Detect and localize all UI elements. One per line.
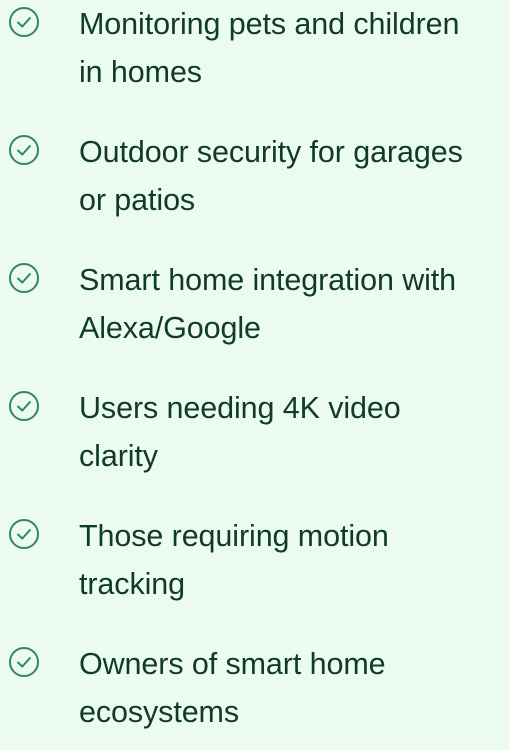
list-item: Those requiring motion tracking — [0, 512, 509, 622]
list-item-line-2: in homes — [79, 55, 202, 89]
check-circle-icon — [9, 263, 39, 293]
list-item-label: Monitoring pets and children in homes — [79, 0, 507, 96]
list-item: Monitoring pets and children in homes — [0, 0, 509, 110]
list-item-label: Smart home integration with Alexa/Google — [79, 256, 507, 352]
check-circle-icon — [9, 647, 39, 677]
list-item-line-1: Those requiring motion — [79, 519, 389, 553]
check-circle-icon — [9, 391, 39, 421]
list-item-line-2: clarity — [79, 439, 158, 473]
check-circle-icon — [9, 7, 39, 37]
list-item-label: Outdoor security for garages or patios — [79, 128, 507, 224]
list-item-line-1: Outdoor security for garages — [79, 135, 463, 169]
list-item-label: Users needing 4K video clarity — [79, 384, 507, 480]
list-item-line-2: or patios — [79, 183, 196, 217]
list-item: Owners of smart home ecosystems — [0, 640, 509, 750]
list-item-line-1: Owners of smart home — [79, 647, 386, 681]
list-item: Outdoor security for garages or patios — [0, 128, 509, 238]
list-item-label: Owners of smart home ecosystems — [79, 640, 507, 736]
list-item-line-2: Alexa/Google — [79, 311, 261, 345]
list-item-line-1: Smart home integration with — [79, 263, 457, 297]
check-circle-icon — [9, 135, 39, 165]
check-circle-icon — [9, 519, 39, 549]
list-item-label: Those requiring motion tracking — [79, 512, 507, 608]
list-item-line-1: Monitoring pets and children — [79, 7, 460, 41]
feature-list: Monitoring pets and children in homes Ou… — [0, 0, 509, 729]
list-item-line-2: tracking — [79, 567, 185, 601]
list-item-line-1: Users needing 4K video — [79, 391, 401, 425]
list-item: Users needing 4K video clarity — [0, 384, 509, 494]
list-item: Smart home integration with Alexa/Google — [0, 256, 509, 366]
